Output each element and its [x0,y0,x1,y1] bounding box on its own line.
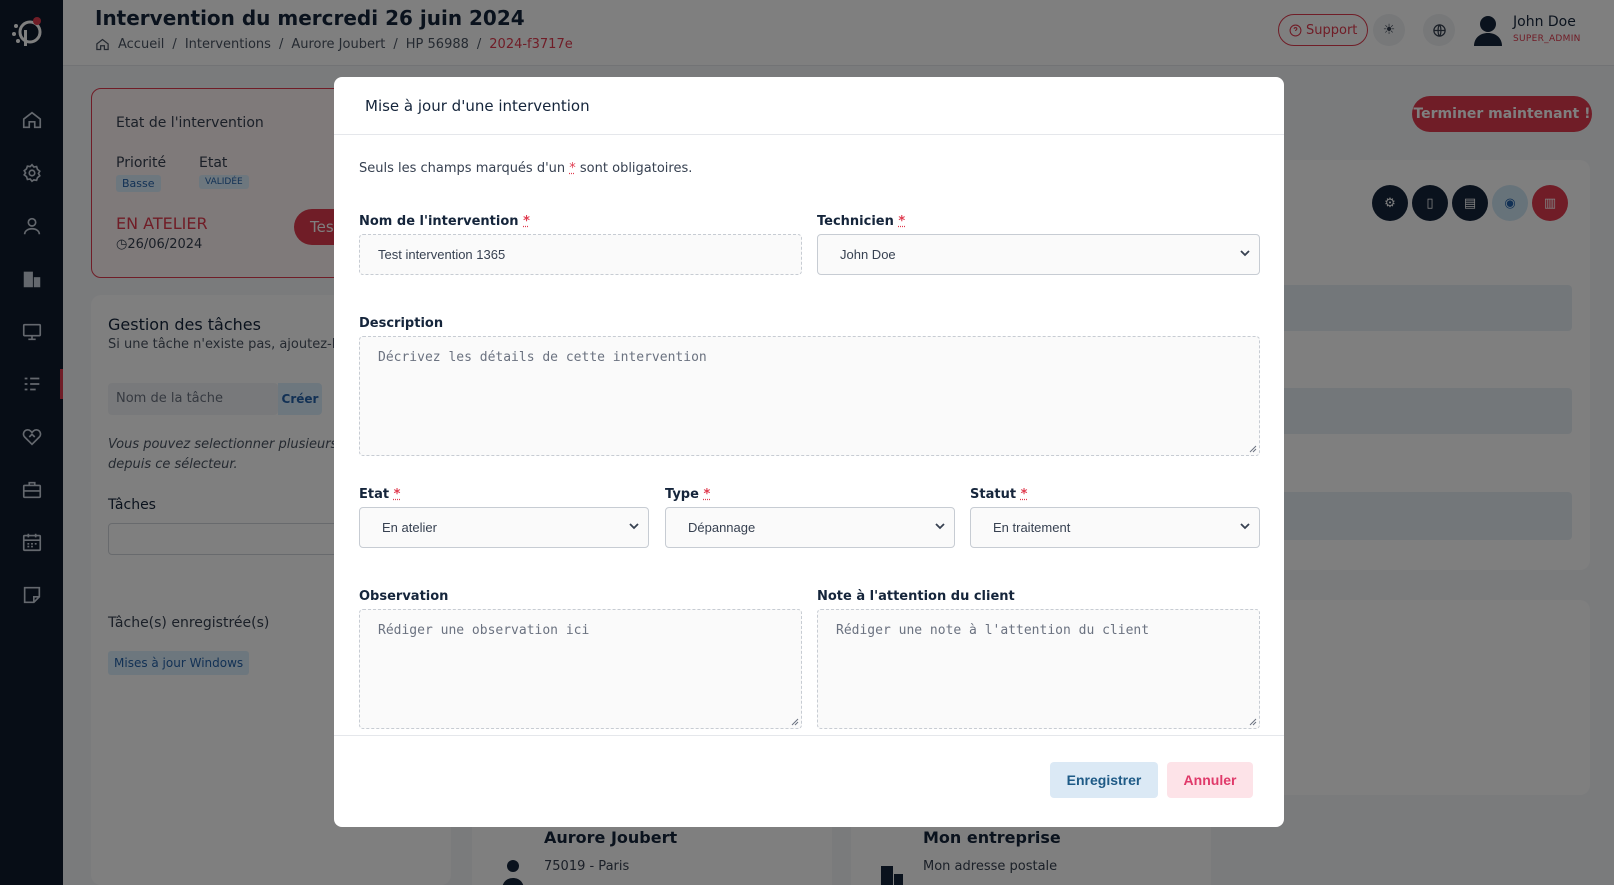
observation-label: Observation [359,589,449,604]
resize-handle-icon[interactable] [1249,718,1257,726]
statut-select[interactable]: En traitement [970,507,1260,548]
modal-body: Seuls les champs marqués d'un * sont obl… [334,135,1284,735]
required-star: * [898,214,906,229]
statut-label-text: Statut [970,487,1017,502]
type-select[interactable]: Dépannage [665,507,955,548]
etat-select[interactable]: En atelier [359,507,649,548]
client-note-placeholder: Rédiger une note à l'attention du client [836,623,1150,638]
client-note-label: Note à l'attention du client [817,589,1015,604]
statut-value: En traitement [993,520,1071,535]
required-star: * [703,487,711,502]
description-label: Description [359,316,444,331]
chevron-down-icon [1240,250,1250,257]
chevron-down-icon [1240,523,1250,530]
etat-value: En atelier [382,520,437,535]
etat-label-text: Etat [359,487,390,502]
technician-label-text: Technicien [817,214,894,229]
technician-label: Technicien * [817,214,905,229]
save-button[interactable]: Enregistrer [1050,762,1158,798]
technician-value: John Doe [840,247,896,262]
required-star: * [1020,487,1028,502]
required-fields-note: Seuls les champs marqués d'un * sont obl… [359,161,692,176]
chevron-down-icon [935,523,945,530]
statut-label: Statut * [970,487,1027,502]
chevron-down-icon [629,523,639,530]
description-textarea[interactable]: Décrivez les détails de cette interventi… [359,336,1260,456]
required-note-text: Seuls les champs marqués d'un [359,161,570,176]
modal-header: Mise à jour d'une intervention [334,77,1284,135]
modal-title: Mise à jour d'une intervention [365,97,590,115]
technician-select[interactable]: John Doe [817,234,1260,275]
type-label: Type * [665,487,710,502]
description-placeholder: Décrivez les détails de cette interventi… [378,350,707,365]
cancel-button[interactable]: Annuler [1167,762,1253,798]
resize-handle-icon[interactable] [1249,445,1257,453]
required-note-text: sont obligatoires. [575,161,693,176]
name-label-text: Nom de l'intervention [359,214,519,229]
name-label: Nom de l'intervention * [359,214,530,229]
client-note-textarea[interactable]: Rédiger une note à l'attention du client [817,609,1260,729]
observation-placeholder: Rédiger une observation ici [378,623,590,638]
modal-footer: Enregistrer Annuler [334,735,1284,827]
type-value: Dépannage [688,520,756,535]
intervention-name-input[interactable]: Test intervention 1365 [359,234,802,275]
etat-label: Etat * [359,487,400,502]
required-star: * [393,487,401,502]
observation-textarea[interactable]: Rédiger une observation ici [359,609,802,729]
required-star: * [523,214,530,229]
type-label-text: Type [665,487,699,502]
resize-handle-icon[interactable] [791,718,799,726]
update-intervention-modal: Mise à jour d'une intervention Seuls les… [334,77,1284,827]
